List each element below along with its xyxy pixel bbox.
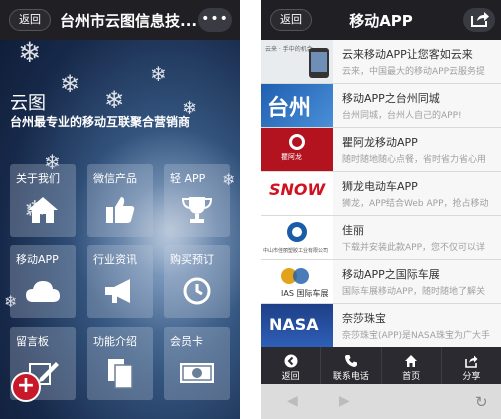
back-button[interactable]: 返回 [270, 9, 312, 31]
tab-label: 首页 [402, 372, 421, 382]
documents-icon [105, 357, 135, 393]
left-top-bar: 返回 台州市云图信息技... ••• [0, 0, 240, 40]
snowflake-icon: ❄ [18, 36, 42, 69]
item-thumbnail: 瞿阿龙 [261, 128, 333, 171]
item-subtitle: 下载并安装此款APP，您不仅可以详 [342, 243, 486, 253]
item-thumbnail: NASA [261, 304, 333, 347]
item-thumbnail: IAS 国际车展 [261, 260, 333, 303]
item-title: 移动APP之国际车展 [342, 268, 440, 281]
tile-label: 轻 APP [170, 172, 206, 185]
tile-purchase-booking[interactable]: 购买预订 [164, 245, 230, 318]
item-thumbnail: SNOW [261, 172, 333, 215]
right-phone-screen: 移动APP 返回 云来 · 手中的机会 云来移动APP让您客如云来 云来，中国最… [261, 0, 501, 419]
tile-light-app[interactable]: 轻 APP [164, 164, 230, 237]
item-subtitle: 国际车展移动APP，随时随地了解关 [342, 287, 486, 297]
screenshot-stage: ❄ ❄ ❄ ❄ ❄ ❄ ❄ ❄ ❄ 返回 台州市云图信息技... ••• 云图 … [0, 0, 501, 419]
thumbs-up-icon [104, 195, 136, 229]
browser-back-icon[interactable]: ◀ [287, 393, 298, 409]
item-title: 狮龙电动车APP [342, 180, 418, 193]
add-button[interactable]: + [11, 372, 41, 402]
browser-toolbar: ◀ ▶ ↻ [261, 384, 501, 419]
tile-wechat-products[interactable]: 微信产品 [87, 164, 153, 237]
tile-label: 微信产品 [93, 172, 137, 185]
list-item[interactable]: NASA 奈莎珠宝 奈莎珠宝(APP)是NASA珠宝为广大手 [261, 304, 501, 348]
tile-label: 留言板 [16, 335, 49, 348]
item-title: 瞿阿龙移动APP [342, 136, 418, 149]
item-subtitle: 狮龙，APP结合Web APP，抢占移动 [342, 199, 489, 209]
tab-back[interactable]: 返回 [261, 347, 322, 384]
snowflake-icon: ❄ [104, 86, 125, 114]
share-button[interactable] [463, 8, 495, 32]
bottom-tab-bar: 返回 联系电话 首页 分享 [261, 347, 501, 384]
house-icon [26, 195, 60, 229]
item-thumbnail: 台州 [261, 84, 333, 127]
list-item[interactable]: 瞿阿龙 瞿阿龙移动APP 随时随地随心点餐，省时省力省心用 [261, 128, 501, 172]
list-item[interactable]: IAS 国际车展 移动APP之国际车展 国际车展移动APP，随时随地了解关 [261, 260, 501, 304]
item-title: 移动APP之台州同城 [342, 92, 440, 105]
tab-home[interactable]: 首页 [382, 347, 442, 384]
list-item[interactable]: 云来 · 手中的机会 云来移动APP让您客如云来 云来，中国最大的移动APP云服… [261, 40, 501, 84]
thumbnail-text: 台州 [267, 96, 312, 121]
tile-industry-news[interactable]: 行业资讯 [87, 245, 153, 318]
item-subtitle: 奈莎珠宝(APP)是NASA珠宝为广大手 [342, 331, 490, 341]
tile-label: 购买预订 [170, 253, 214, 266]
tile-about-us[interactable]: 关于我们 [10, 164, 76, 237]
thumbnail-text: SNOW [269, 180, 326, 199]
tab-share[interactable]: 分享 [442, 347, 501, 384]
thumbnail-text: IAS 国际车展 [281, 289, 329, 298]
item-thumbnail: 中山市佳丽塑胶工业有限公司 [261, 216, 333, 259]
tile-mobile-app[interactable]: 移动APP [10, 245, 76, 318]
tile-label: 会员卡 [170, 335, 203, 348]
item-subtitle: 台州同城，台州人自己的APP! [342, 111, 462, 121]
share-icon [471, 12, 489, 27]
snowflake-icon: ❄ [60, 70, 81, 98]
browser-forward-icon[interactable]: ▶ [339, 393, 350, 409]
tile-label: 移动APP [16, 253, 59, 266]
item-title: 奈莎珠宝 [342, 312, 386, 325]
item-title: 云来移动APP让您客如云来 [342, 48, 473, 61]
list-item[interactable]: 中山市佳丽塑胶工业有限公司 佳丽 下载并安装此款APP，您不仅可以详 [261, 216, 501, 260]
list-item[interactable]: 台州 移动APP之台州同城 台州同城，台州人自己的APP! [261, 84, 501, 128]
list-item[interactable]: SNOW 狮龙电动车APP 狮龙，APP结合Web APP，抢占移动 [261, 172, 501, 216]
tab-label: 返回 [281, 372, 300, 382]
right-top-bar: 移动APP 返回 [261, 0, 501, 40]
tile-label: 关于我们 [16, 172, 60, 185]
browser-refresh-icon[interactable]: ↻ [475, 393, 488, 411]
item-title: 佳丽 [342, 224, 364, 237]
thumbnail-text: 中山市佳丽塑胶工业有限公司 [263, 248, 329, 254]
brand-name: 云图 [10, 93, 46, 114]
item-subtitle: 云来，中国最大的移动APP云服务提 [342, 67, 486, 77]
clock-icon [182, 276, 212, 310]
snowflake-icon: ❄ [150, 62, 167, 86]
left-phone-screen: ❄ ❄ ❄ ❄ ❄ ❄ ❄ ❄ ❄ 返回 台州市云图信息技... ••• 云图 … [0, 0, 240, 419]
money-card-icon [178, 360, 216, 390]
cloud-icon [24, 278, 62, 308]
app-list: 云来 · 手中的机会 云来移动APP让您客如云来 云来，中国最大的移动APP云服… [261, 40, 501, 348]
item-thumbnail: 云来 · 手中的机会 [261, 40, 333, 83]
more-menu-button[interactable]: ••• [198, 8, 232, 32]
tab-label: 分享 [462, 372, 481, 382]
tab-contact-phone[interactable]: 联系电话 [321, 347, 382, 384]
tile-label: 功能介绍 [93, 335, 137, 348]
tile-member-card[interactable]: 会员卡 [164, 327, 230, 400]
megaphone-icon [102, 277, 138, 309]
item-subtitle: 随时随地随心点餐，省时省力省心用 [342, 155, 487, 165]
thumbnail-text: NASA [269, 315, 319, 334]
tile-feature-intro[interactable]: 功能介绍 [87, 327, 153, 400]
tab-label: 联系电话 [332, 372, 369, 382]
trophy-icon [180, 195, 214, 229]
page-title: 台州市云图信息技... [60, 11, 198, 30]
back-button[interactable]: 返回 [9, 9, 51, 31]
brand-slogan: 台州最专业的移动互联聚合营销商 [10, 115, 191, 129]
tile-label: 行业资讯 [93, 253, 137, 266]
